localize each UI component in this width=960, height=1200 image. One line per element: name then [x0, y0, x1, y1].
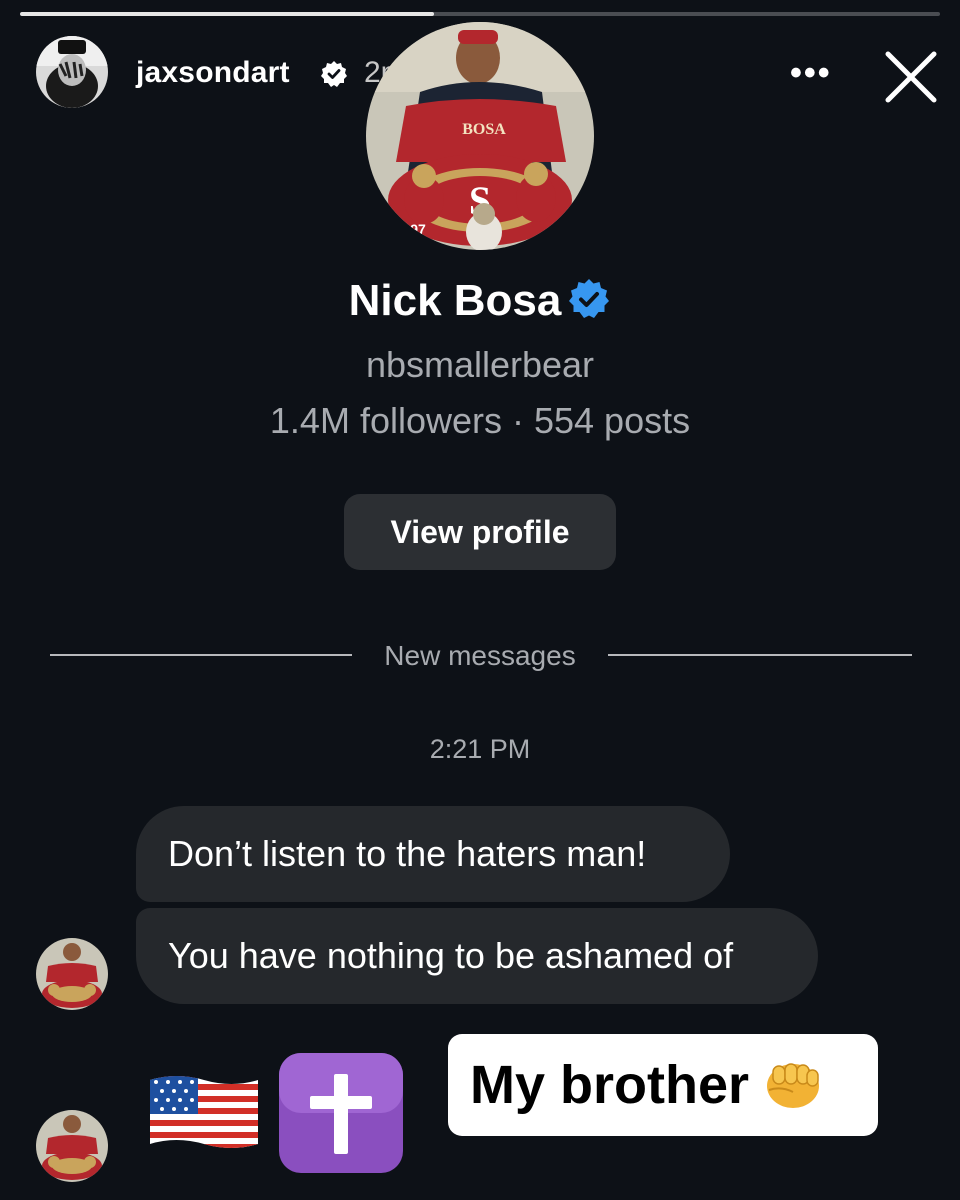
new-messages-label: New messages [384, 640, 576, 671]
profile-handle: nbsmallerbear [365, 344, 595, 385]
message-text: You have nothing to be ashamed of [168, 935, 734, 976]
view-profile-button[interactable]: View profile [344, 494, 616, 570]
story-username[interactable]: jaxsondart [136, 56, 290, 90]
message-bubble[interactable]: Don’t listen to the haters man! [136, 806, 730, 902]
oncoming-fist-icon [767, 1063, 820, 1108]
verified-badge-icon [569, 279, 610, 318]
sticker-text: My brother [470, 1055, 750, 1115]
sender-avatar[interactable] [36, 938, 108, 1010]
latin-cross-icon [279, 1053, 403, 1173]
more-options-icon[interactable]: ••• [790, 54, 832, 93]
profile-display-name: Nick Bosa [348, 276, 562, 325]
jersey-name: BOSA [462, 121, 506, 138]
verified-badge-icon [321, 61, 347, 87]
sender-avatar-image [36, 938, 108, 1010]
message-bubble[interactable]: You have nothing to be ashamed of [136, 908, 818, 1004]
profile-stats: 1.4M followers · 554 posts [269, 400, 691, 441]
profile-picture[interactable]: BOSA S 97 [366, 22, 594, 250]
story-progress-bar [20, 12, 940, 16]
message-text: Don’t listen to the haters man! [168, 833, 647, 874]
story-author-avatar[interactable] [36, 36, 108, 108]
reply-text-sticker: My brother [448, 1034, 878, 1136]
close-icon[interactable] [884, 50, 938, 104]
sender-avatar[interactable] [36, 1110, 108, 1182]
message-timestamp: 2:21 PM [429, 734, 531, 764]
profile-name: Nick Bosa [0, 276, 960, 326]
sender-avatar-image [36, 1110, 108, 1182]
story-progress-fill [20, 12, 434, 16]
jersey-number-left: 97 [410, 221, 426, 237]
us-flag-icon [150, 1076, 258, 1148]
avatar-image [36, 36, 108, 108]
profile-picture-image: BOSA S 97 [366, 22, 594, 250]
